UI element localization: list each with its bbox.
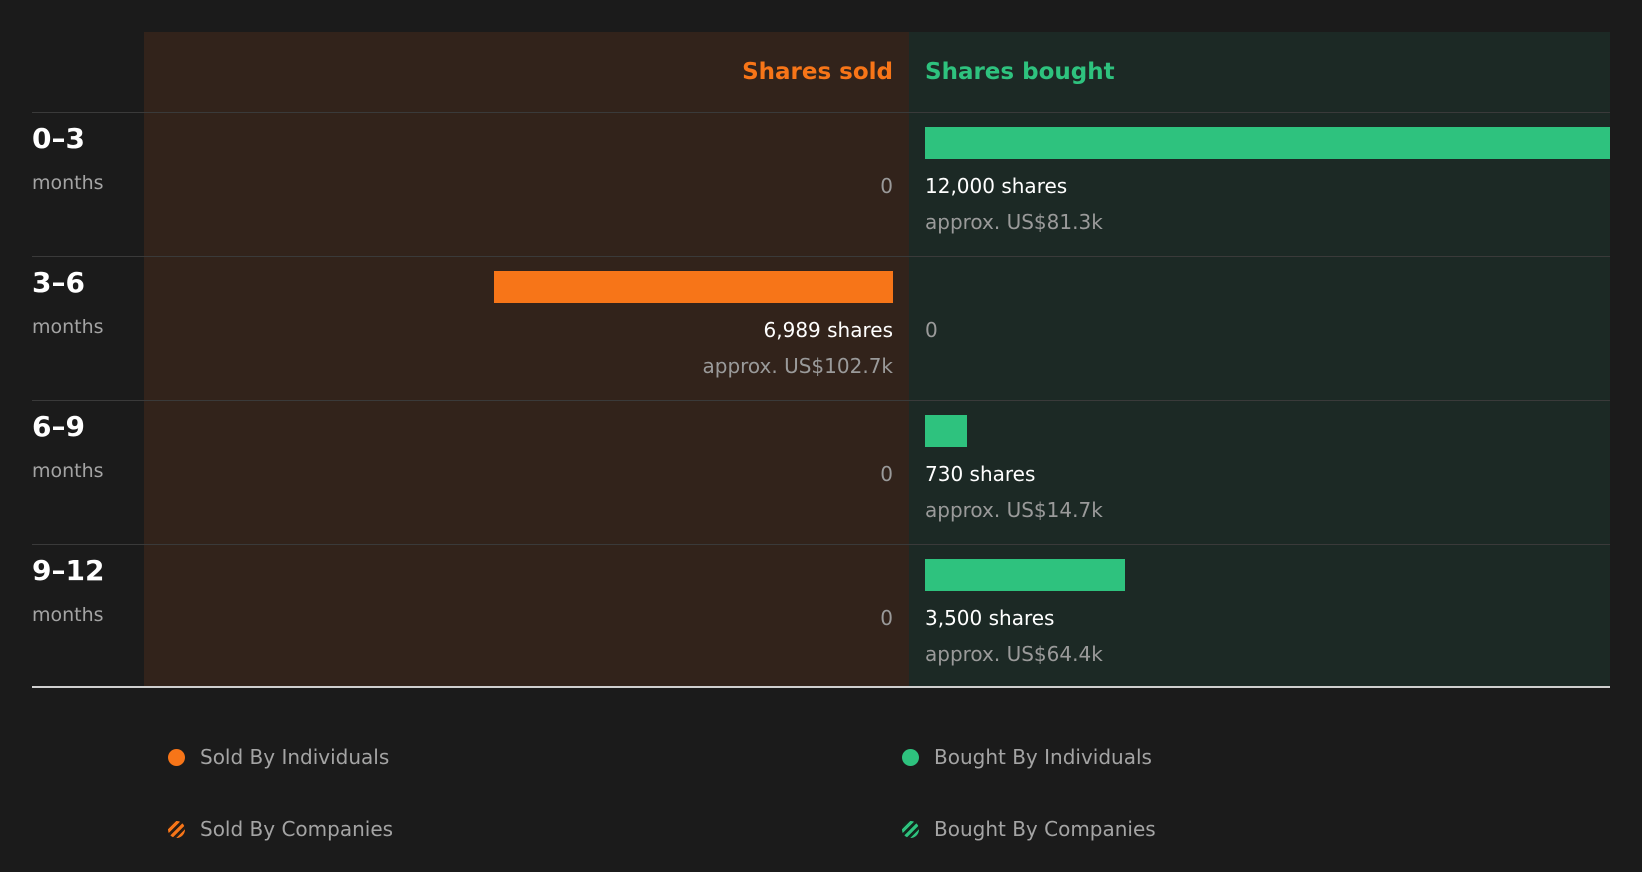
period-unit: months: [32, 460, 104, 482]
bought-bar: [925, 415, 967, 447]
legend-striped-dot-icon: [902, 820, 919, 838]
sold-approx-value: approx. US$102.7k: [702, 354, 894, 378]
bought-approx-value: approx. US$81.3k: [925, 210, 1103, 234]
bought-approx-value: approx. US$64.4k: [925, 642, 1103, 666]
header-shares-sold: Shares sold: [742, 59, 893, 85]
legend-dot-icon: [902, 748, 919, 766]
period-label: 9–12: [32, 554, 105, 587]
sold-shares-value: 6,989 shares: [763, 318, 893, 342]
legend-item-bought-companies[interactable]: Bought By Companies: [902, 817, 1156, 841]
sold-shares-value: 0: [880, 606, 893, 630]
legend-label: Bought By Individuals: [934, 745, 1152, 769]
period-unit: months: [32, 172, 104, 194]
chart-legend: Sold By Individuals Bought By Individual…: [0, 700, 1642, 872]
period-unit: months: [32, 604, 104, 626]
bought-shares-value: 730 shares: [925, 462, 1036, 486]
period-row: 9–12 months 0 3,500 shares approx. US$64…: [32, 544, 1610, 688]
period-label: 3–6: [32, 266, 85, 299]
bought-bar: [925, 127, 1610, 159]
legend-dot-icon: [168, 748, 185, 766]
legend-item-sold-individuals[interactable]: Sold By Individuals: [168, 745, 389, 769]
bought-bar: [925, 559, 1125, 591]
legend-label: Sold By Companies: [200, 817, 394, 841]
bought-approx-value: approx. US$14.7k: [925, 498, 1103, 522]
sold-shares-value: 0: [880, 462, 893, 486]
sold-bar: [494, 271, 893, 303]
bought-shares-value: 3,500 shares: [925, 606, 1055, 630]
legend-item-bought-individuals[interactable]: Bought By Individuals: [902, 745, 1152, 769]
period-row: 0–3 months 0 12,000 shares approx. US$81…: [32, 112, 1610, 256]
period-unit: months: [32, 316, 104, 338]
bought-shares-value: 0: [925, 318, 938, 342]
period-label: 6–9: [32, 410, 85, 443]
period-row: 3–6 months 6,989 shares approx. US$102.7…: [32, 256, 1610, 400]
bought-shares-value: 12,000 shares: [925, 174, 1068, 198]
sold-shares-value: 0: [880, 174, 893, 198]
legend-striped-dot-icon: [168, 820, 185, 838]
legend-label: Sold By Individuals: [200, 745, 390, 769]
period-label: 0–3: [32, 122, 85, 155]
insider-trading-chart: Shares sold Shares bought 0–3 months 0 1…: [32, 32, 1610, 688]
legend-label: Bought By Companies: [934, 817, 1156, 841]
legend-item-sold-companies[interactable]: Sold By Companies: [168, 817, 393, 841]
period-row: 6–9 months 0 730 shares approx. US$14.7k: [32, 400, 1610, 544]
header-shares-bought: Shares bought: [925, 59, 1115, 85]
